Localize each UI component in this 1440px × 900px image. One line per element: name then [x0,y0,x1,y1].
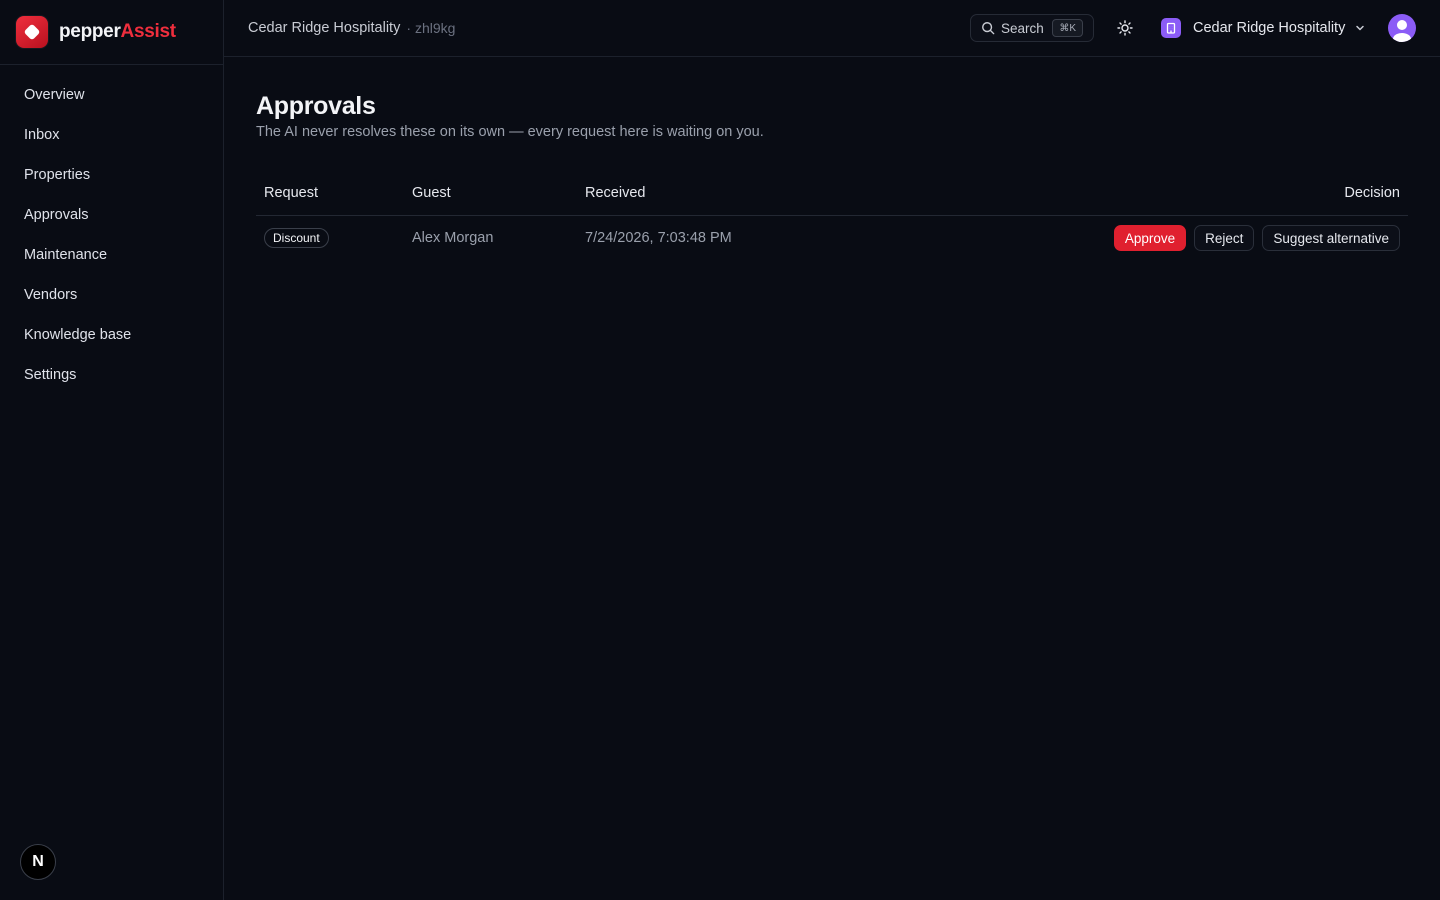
column-header-request: Request [256,172,404,216]
brand-logo-icon [16,16,48,48]
search-shortcut: ⌘K [1052,19,1083,37]
search-label: Search [1001,20,1044,36]
sidebar-item-approvals[interactable]: Approvals [0,195,223,235]
building-icon [1161,18,1181,38]
sidebar: pepperAssist Overview Inbox Properties A… [0,0,224,900]
table-header-row: Request Guest Received Decision [256,172,1408,216]
sidebar-nav: Overview Inbox Properties Approvals Main… [0,65,223,395]
org-name: Cedar Ridge Hospitality [1193,20,1346,36]
sidebar-item-properties[interactable]: Properties [0,155,223,195]
column-header-received: Received [577,172,863,216]
user-icon [1393,20,1411,42]
sidebar-item-maintenance[interactable]: Maintenance [0,235,223,275]
guest-name: Alex Morgan [412,230,494,247]
approvals-table: Request Guest Received Decision Discount… [256,172,1408,261]
sidebar-item-settings[interactable]: Settings [0,355,223,395]
table-row: Discount Alex Morgan 7/24/2026, 7:03:48 … [256,215,1408,261]
sun-icon [1117,20,1133,36]
nextjs-badge-icon[interactable]: N [20,844,56,880]
sidebar-item-knowledge-base[interactable]: Knowledge base [0,315,223,355]
breadcrumb-separator: · [406,20,411,36]
sidebar-item-overview[interactable]: Overview [0,75,223,115]
approve-button[interactable]: Approve [1113,225,1187,252]
breadcrumb-id: zhl9kg [415,20,456,36]
chevron-down-icon [1355,23,1365,33]
page-subtitle: The AI never resolves these on its own —… [256,124,764,140]
theme-toggle-button[interactable] [1113,16,1137,40]
main-content: Approvals The AI never resolves these on… [256,57,1408,261]
reject-button[interactable]: Reject [1194,225,1255,252]
org-switcher[interactable]: Cedar Ridge Hospitality [1161,14,1365,42]
request-type-badge: Discount [264,228,329,249]
brand-name: pepperAssist [59,21,176,43]
search-button[interactable]: Search ⌘K [970,14,1094,42]
breadcrumb-org: Cedar Ridge Hospitality [248,20,401,36]
page-title: Approvals [256,92,376,120]
column-header-decision: Decision [862,172,1408,216]
search-icon [982,22,995,35]
decision-actions: Approve Reject Suggest alternative [863,215,1408,261]
brand-name-part2: Assist [120,21,177,42]
brand-name-part1: pepper [59,21,121,42]
topbar: Cedar Ridge Hospitality · zhl9kg Search … [224,0,1440,57]
received-timestamp: 7/24/2026, 7:03:48 PM [585,230,732,247]
suggest-alternative-button[interactable]: Suggest alternative [1262,225,1400,252]
user-avatar[interactable] [1388,14,1416,42]
column-header-guest: Guest [404,172,577,216]
sidebar-item-inbox[interactable]: Inbox [0,115,223,155]
brand[interactable]: pepperAssist [0,0,223,65]
sidebar-item-vendors[interactable]: Vendors [0,275,223,315]
